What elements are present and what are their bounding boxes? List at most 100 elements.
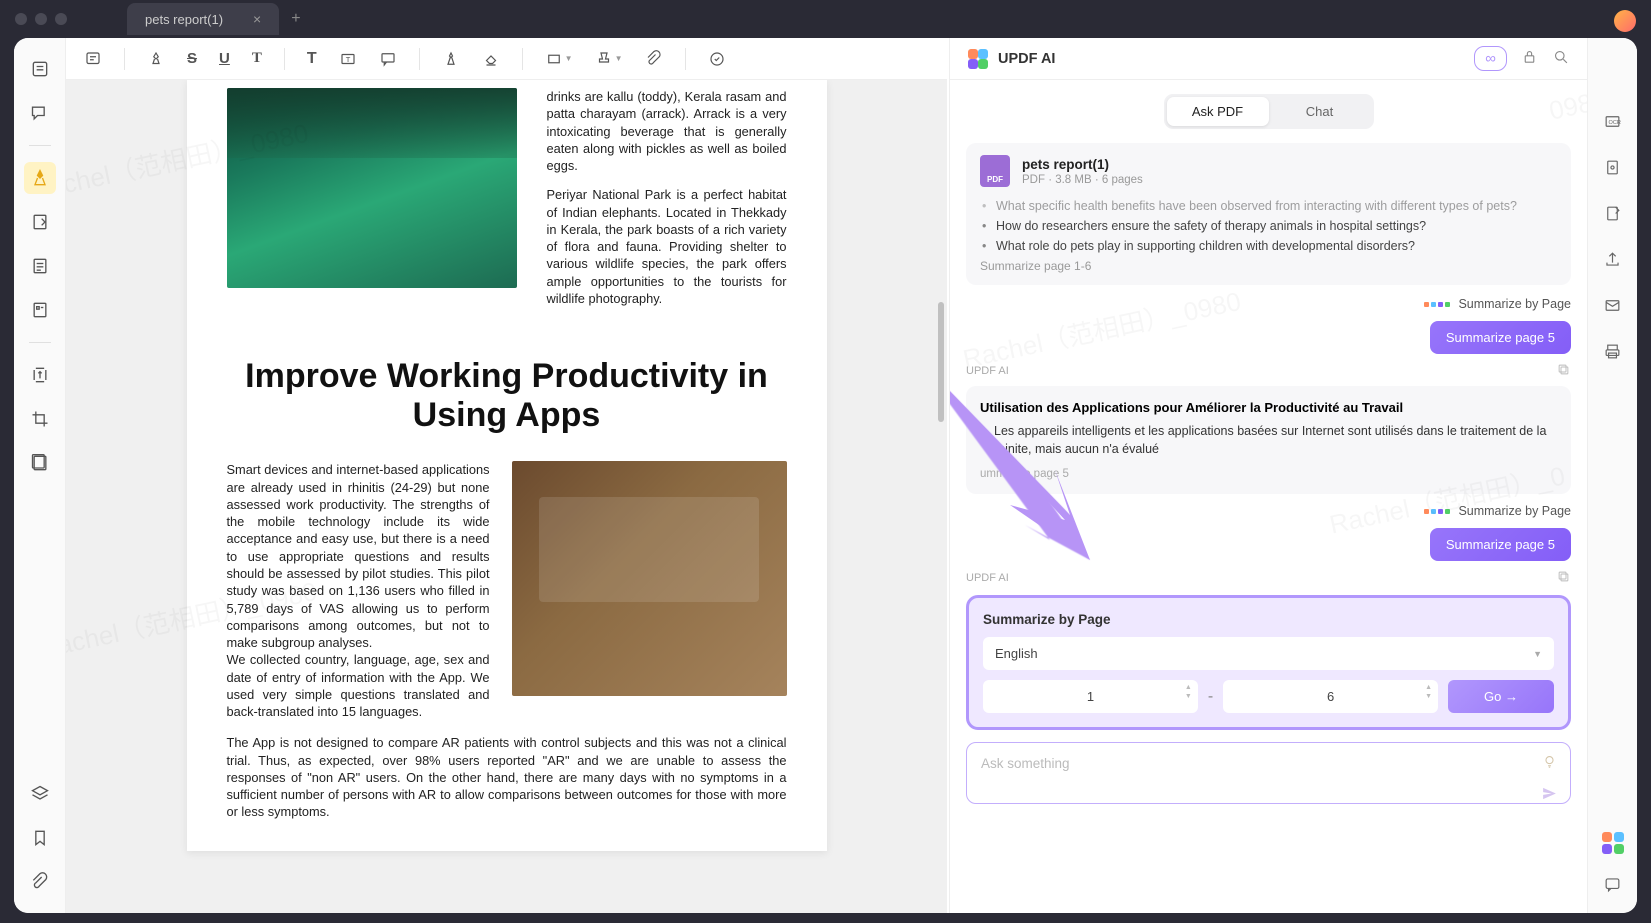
summarize-by-page-label: Summarize by Page	[1458, 297, 1571, 311]
grid-icon	[1424, 302, 1450, 307]
prompt-input[interactable]: Ask something	[966, 742, 1571, 804]
note-icon[interactable]	[84, 50, 102, 68]
minimize-window[interactable]	[35, 13, 47, 25]
response-bullet: Les appareils intelligents et les applic…	[980, 423, 1557, 458]
close-window[interactable]	[15, 13, 27, 25]
eraser-icon[interactable]	[482, 50, 500, 68]
signature-icon[interactable]	[708, 50, 726, 68]
ai-header: UPDF AI ∞	[950, 38, 1587, 80]
compress-tool-icon[interactable]	[24, 447, 56, 479]
suggested-questions: What specific health benefits have been …	[980, 199, 1557, 253]
summarize-range-label: Summarize page 1-6	[980, 259, 1557, 273]
ocr-icon[interactable]: OCR	[1599, 107, 1627, 135]
export-icon[interactable]	[1599, 199, 1627, 227]
attachment-icon[interactable]	[24, 866, 56, 898]
svg-text:OCR: OCR	[1609, 119, 1621, 125]
document-text: Smart devices and internet-based applica…	[227, 461, 490, 720]
textbox-icon[interactable]: T	[339, 50, 357, 68]
text-tool-icon[interactable]: T	[307, 50, 317, 68]
document-image-2	[512, 461, 787, 696]
infinity-button[interactable]: ∞	[1474, 46, 1507, 71]
lock-icon[interactable]	[1521, 48, 1538, 70]
scrollbar[interactable]	[938, 122, 944, 913]
print-icon[interactable]	[1599, 337, 1627, 365]
document-text: The App is not designed to compare AR pa…	[227, 734, 787, 820]
protect-icon[interactable]	[1599, 153, 1627, 181]
edit-tool-icon[interactable]	[24, 206, 56, 238]
step-up-icon[interactable]: ▲	[1185, 684, 1192, 691]
layers-icon[interactable]	[24, 778, 56, 810]
email-icon[interactable]	[1599, 291, 1627, 319]
ask-pdf-tab[interactable]: Ask PDF	[1167, 97, 1269, 126]
pdf-file-icon: PDF	[980, 155, 1010, 187]
ai-source-label: UPDF AI	[966, 572, 1009, 584]
copy-icon[interactable]	[1556, 362, 1571, 380]
copy-icon[interactable]	[1556, 569, 1571, 587]
card-title: Summarize by Page	[983, 612, 1554, 627]
rectangle-icon[interactable]: ▼	[545, 50, 573, 68]
search-icon[interactable]	[1552, 48, 1569, 70]
user-avatar[interactable]	[1614, 10, 1636, 32]
underline-icon[interactable]: U	[219, 50, 230, 67]
mode-toggle: Ask PDF Chat	[1164, 94, 1374, 129]
window-controls	[15, 13, 67, 25]
step-up-icon[interactable]: ▲	[1425, 684, 1432, 691]
maximize-window[interactable]	[55, 13, 67, 25]
share-icon[interactable]	[1599, 245, 1627, 273]
grid-icon	[1424, 509, 1450, 514]
prompt-placeholder: Ask something	[981, 756, 1070, 771]
comment-icon[interactable]	[24, 97, 56, 129]
response-title: Utilisation des Applications pour Amélio…	[980, 400, 1557, 415]
form-tool-icon[interactable]	[24, 294, 56, 326]
summarize-page-button[interactable]: Summarize page 5	[1430, 528, 1571, 561]
document-image-1	[227, 88, 517, 288]
document-heading: Improve Working Productivity in Using Ap…	[227, 357, 787, 435]
stamp-icon[interactable]: ▼	[595, 50, 623, 68]
attach-icon[interactable]	[645, 50, 663, 68]
summarize-by-page-label: Summarize by Page	[1458, 504, 1571, 518]
page-from-input[interactable]: 1 ▲▼	[983, 680, 1198, 713]
question-item[interactable]: What specific health benefits have been …	[980, 199, 1557, 213]
step-down-icon[interactable]: ▼	[1185, 693, 1192, 700]
document-page: drinks are kallu (toddy), Kerala rasam a…	[187, 80, 827, 851]
response-note: ummarize page 5	[980, 468, 1557, 480]
page-tool-icon[interactable]	[24, 250, 56, 282]
file-name: pets report(1)	[1022, 157, 1143, 172]
page-to-input[interactable]: 6 ▲▼	[1223, 680, 1438, 713]
question-item[interactable]: What role do pets play in supporting chi…	[980, 239, 1557, 253]
highlighter-icon[interactable]	[147, 50, 165, 68]
ocr-tool-icon[interactable]	[24, 359, 56, 391]
go-button[interactable]: Go →	[1448, 680, 1554, 713]
pencil-icon[interactable]	[442, 50, 460, 68]
left-sidebar	[14, 38, 66, 913]
question-item[interactable]: How do researchers ensure the safety of …	[980, 219, 1557, 233]
close-tab-icon[interactable]: ×	[253, 11, 261, 27]
step-down-icon[interactable]: ▼	[1425, 693, 1432, 700]
tab-title: pets report(1)	[145, 12, 223, 27]
right-sidebar: OCR	[1587, 38, 1637, 913]
chat-tab[interactable]: Chat	[1269, 97, 1371, 126]
add-tab-icon[interactable]: +	[291, 10, 300, 28]
ai-panel-title: UPDF AI	[998, 51, 1055, 67]
file-meta: PDF · 3.8 MB · 6 pages	[1022, 174, 1143, 186]
svg-text:T: T	[345, 55, 350, 64]
chat-icon[interactable]	[1599, 870, 1627, 898]
file-info-card: PDF pets report(1) PDF · 3.8 MB · 6 page…	[966, 143, 1571, 285]
strikethrough-icon[interactable]: S	[187, 50, 197, 67]
chevron-down-icon: ▼	[1533, 649, 1542, 659]
document-tab[interactable]: pets report(1) ×	[127, 3, 279, 35]
language-select[interactable]: English ▼	[983, 637, 1554, 670]
document-viewport[interactable]: drinks are kallu (toddy), Kerala rasam a…	[66, 80, 947, 913]
reader-mode-icon[interactable]	[24, 53, 56, 85]
callout-icon[interactable]	[379, 50, 397, 68]
send-icon[interactable]	[1541, 785, 1558, 807]
highlight-tool-icon[interactable]	[24, 162, 56, 194]
toolbar: S U T T T ▼ ▼	[66, 38, 947, 80]
ai-assistant-icon[interactable]	[1602, 832, 1624, 854]
lightbulb-icon[interactable]	[1541, 753, 1558, 775]
bookmark-icon[interactable]	[24, 822, 56, 854]
squiggly-icon[interactable]: T	[252, 50, 262, 67]
ai-source-label: UPDF AI	[966, 365, 1009, 377]
summarize-page-button[interactable]: Summarize page 5	[1430, 321, 1571, 354]
crop-tool-icon[interactable]	[24, 403, 56, 435]
